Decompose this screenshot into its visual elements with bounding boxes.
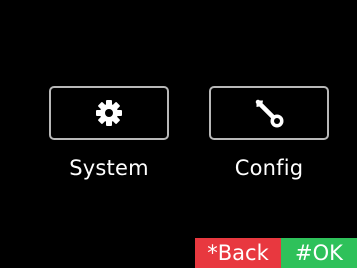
wrench-icon [255, 99, 284, 128]
ok-softkey[interactable]: #OK [281, 238, 357, 268]
back-softkey[interactable]: *Back [195, 238, 281, 268]
config-label: Config [234, 156, 304, 180]
gear-icon [96, 100, 122, 126]
device-screen: System Config *Back #OK [0, 0, 357, 268]
config-button[interactable] [209, 86, 329, 140]
system-button[interactable] [49, 86, 169, 140]
system-label: System [69, 156, 149, 180]
